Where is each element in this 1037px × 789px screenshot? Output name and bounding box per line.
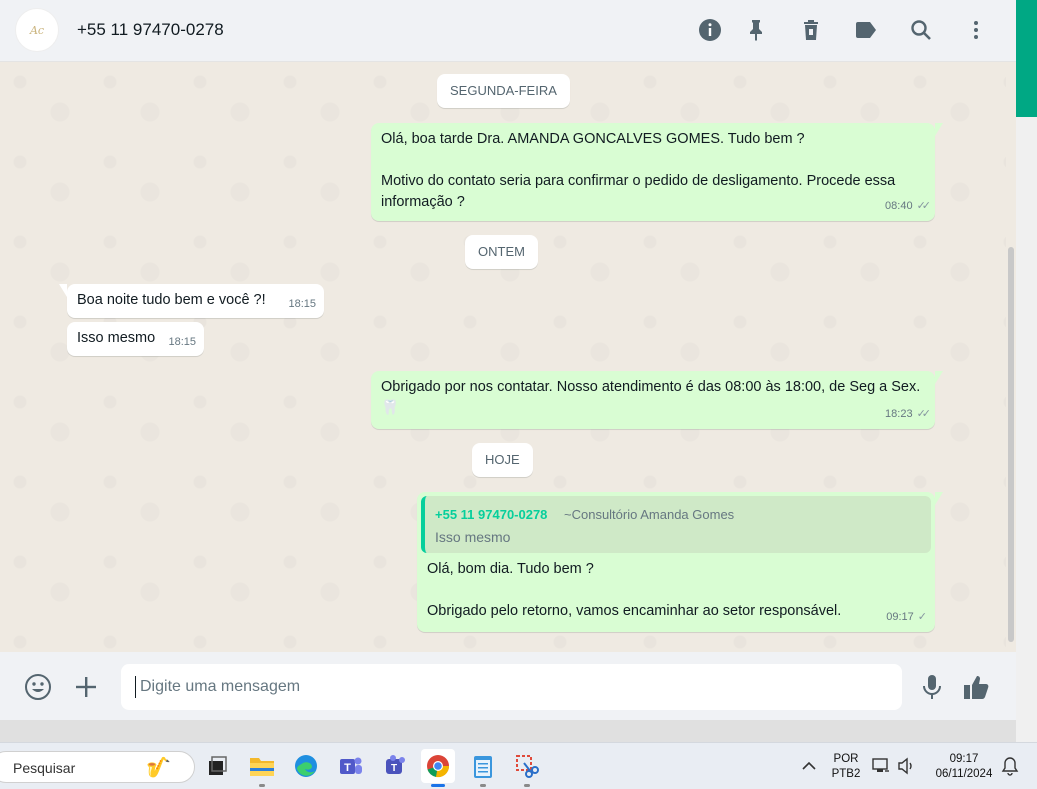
info-icon[interactable]: [698, 18, 722, 42]
message-text: Olá, boa tarde Dra. AMANDA GONCALVES GOM…: [381, 131, 896, 210]
notepad-icon[interactable]: [468, 751, 498, 787]
bubble-tail: [59, 284, 67, 297]
scrollbar-thumb[interactable]: [1008, 247, 1014, 642]
volume-icon[interactable]: [895, 751, 917, 781]
network-icon[interactable]: [870, 751, 892, 781]
message-time: 09:17: [886, 611, 914, 623]
language-indicator[interactable]: POR PTB2: [828, 752, 864, 782]
date-chip-hoje: HOJE: [472, 443, 533, 477]
edge-icon[interactable]: [291, 751, 321, 781]
message-text: Obrigado por nos contatar. Nosso atendim…: [381, 379, 921, 416]
chevron-up-icon[interactable]: [794, 751, 824, 781]
svg-text:T: T: [344, 762, 351, 774]
label-icon[interactable]: [854, 18, 878, 42]
task-view-icon[interactable]: [202, 751, 232, 781]
text-caret: [135, 676, 136, 698]
running-indicator: [480, 784, 486, 787]
chrome-icon[interactable]: [421, 749, 455, 787]
message-time: 18:15: [288, 298, 316, 310]
file-explorer-icon[interactable]: [247, 751, 277, 787]
message-time: 18:23: [885, 408, 913, 420]
bubble-tail: [935, 123, 943, 136]
teams-new-icon[interactable]: T: [380, 751, 410, 781]
message-meta: 08:40 ✓✓: [885, 196, 932, 217]
saxophone-icon: 🎷: [146, 757, 171, 779]
single-check-icon: ✓: [917, 611, 927, 623]
accent-strip: [1016, 0, 1037, 117]
date-chip-ontem: ONTEM: [465, 235, 538, 269]
snipping-tool-icon[interactable]: [512, 751, 542, 787]
windows-taskbar: Pesquisar 🎷 T T POR PTB2 09:17 06/11/202…: [0, 742, 1037, 789]
message-meta: 09:17 ✓: [886, 607, 927, 628]
running-indicator: [524, 784, 530, 787]
message-incoming[interactable]: Boa noite tudo bem e você ?! 18:15: [59, 284, 324, 318]
clock-date: 06/11/2024: [935, 768, 993, 780]
microphone-icon[interactable]: [917, 672, 947, 702]
bubble-tail: [935, 371, 943, 384]
message-incoming[interactable]: Isso mesmo 18:15: [67, 322, 204, 356]
emoji-icon[interactable]: [23, 672, 53, 702]
message-meta: 18:15: [288, 294, 316, 315]
delete-icon[interactable]: [799, 18, 823, 42]
message-text: Boa noite tudo bem e você ?!: [77, 292, 266, 308]
window-bottom-bar: [0, 720, 1016, 742]
svg-text:T: T: [391, 763, 397, 774]
keyboard-layout: PTB2: [831, 768, 861, 780]
running-indicator: [259, 784, 265, 787]
double-check-icon: ✓✓: [916, 200, 932, 212]
quote-alias: ~Consultório Amanda Gomes: [564, 507, 735, 522]
pin-icon[interactable]: [744, 18, 768, 42]
message-meta: 18:15: [168, 332, 196, 353]
message-outgoing-reply[interactable]: +55 11 97470-0278 ~Consultório Amanda Go…: [417, 492, 943, 632]
clock-time: 09:17: [949, 753, 979, 765]
search-label: Pesquisar: [13, 760, 76, 776]
message-input[interactable]: Digite uma mensagem: [121, 664, 902, 710]
chat-header: Ac +55 11 97470-0278: [0, 0, 1016, 62]
date-chip-segunda: SEGUNDA-FEIRA: [437, 74, 570, 108]
quote-text: Isso mesmo: [435, 529, 511, 545]
active-indicator: [431, 784, 445, 787]
input-placeholder: Digite uma mensagem: [140, 678, 301, 695]
message-meta: 18:23 ✓✓: [885, 404, 932, 425]
clock[interactable]: 09:17 06/11/2024: [928, 752, 1000, 782]
message-time: 08:40: [885, 200, 913, 212]
contact-avatar[interactable]: Ac: [15, 8, 59, 52]
search-icon[interactable]: [909, 18, 933, 42]
language-code: POR: [833, 753, 859, 765]
contact-name[interactable]: +55 11 97470-0278: [77, 20, 224, 40]
message-composer: Digite uma mensagem: [0, 652, 1016, 720]
message-list[interactable]: SEGUNDA-FEIRA Olá, boa tarde Dra. AMANDA…: [0, 62, 1016, 652]
quoted-message[interactable]: +55 11 97470-0278 ~Consultório Amanda Go…: [421, 496, 931, 553]
taskbar-search[interactable]: Pesquisar 🎷: [0, 751, 195, 783]
teams-icon[interactable]: T: [336, 751, 366, 781]
message-text: Isso mesmo: [77, 330, 156, 346]
double-check-icon: ✓✓: [916, 408, 932, 420]
chat-scrollbar[interactable]: [1006, 62, 1016, 652]
message-outgoing[interactable]: Olá, boa tarde Dra. AMANDA GONCALVES GOM…: [371, 123, 943, 221]
bubble-tail: [935, 492, 943, 505]
quote-author: +55 11 97470-0278: [435, 507, 548, 522]
message-time: 18:15: [168, 336, 196, 348]
thumbs-up-icon[interactable]: [961, 672, 991, 702]
whatsapp-web-window: Ac +55 11 97470-0278 SEGUNDA-FEIRA Olá, …: [0, 0, 1016, 720]
notification-bell-icon[interactable]: [999, 751, 1021, 781]
message-outgoing[interactable]: Obrigado por nos contatar. Nosso atendim…: [371, 371, 943, 429]
message-text: Olá, bom dia. Tudo bem ? Obrigado pelo r…: [427, 561, 842, 619]
attach-plus-icon[interactable]: [71, 672, 101, 702]
window-edge: [1016, 0, 1037, 742]
menu-icon[interactable]: [964, 18, 988, 42]
